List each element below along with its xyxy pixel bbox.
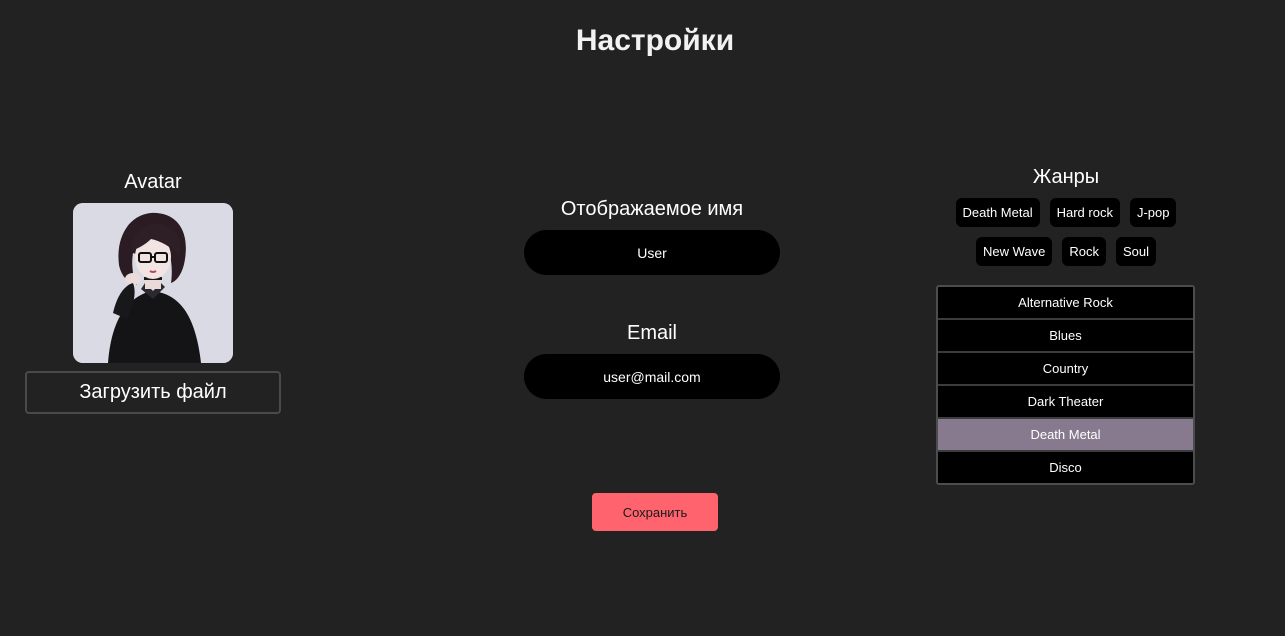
avatar-label: Avatar [124, 171, 182, 193]
genres-label: Жанры [1032, 166, 1100, 188]
genre-chip[interactable]: New Wave [975, 237, 1053, 266]
genre-chip[interactable]: Death Metal [955, 198, 1040, 227]
genre-option[interactable]: Blues [938, 320, 1193, 353]
genre-option[interactable]: Disco [938, 452, 1193, 483]
avatar [73, 203, 233, 363]
genre-option[interactable]: Alternative Rock [938, 287, 1193, 320]
selected-genres-row-2: New Wave Rock Soul [936, 237, 1196, 266]
genre-chip[interactable]: Hard rock [1049, 198, 1120, 227]
genre-chip[interactable]: J-pop [1129, 198, 1177, 227]
display-name-label: Отображаемое имя [560, 198, 744, 220]
email-input[interactable] [524, 354, 780, 399]
genre-chip[interactable]: Rock [1062, 237, 1106, 266]
settings-page: Настройки Avatar Загрузить файл Отобража… [0, 0, 1285, 636]
genre-option-selected[interactable]: Death Metal [938, 419, 1193, 452]
display-name-input[interactable] [524, 230, 780, 275]
genre-select-list[interactable]: Alternative Rock Blues Country Dark Thea… [936, 285, 1195, 485]
selected-genres-row-1: Death Metal Hard rock J-pop [936, 198, 1196, 227]
genre-chip[interactable]: Soul [1115, 237, 1157, 266]
genre-option[interactable]: Dark Theater [938, 386, 1193, 419]
genre-option[interactable]: Country [938, 353, 1193, 386]
save-button[interactable]: Сохранить [592, 493, 718, 531]
email-label: Email [626, 322, 677, 344]
page-title: Настройки [575, 24, 735, 57]
avatar-image-icon [73, 203, 233, 363]
upload-file-button[interactable]: Загрузить файл [25, 371, 281, 414]
